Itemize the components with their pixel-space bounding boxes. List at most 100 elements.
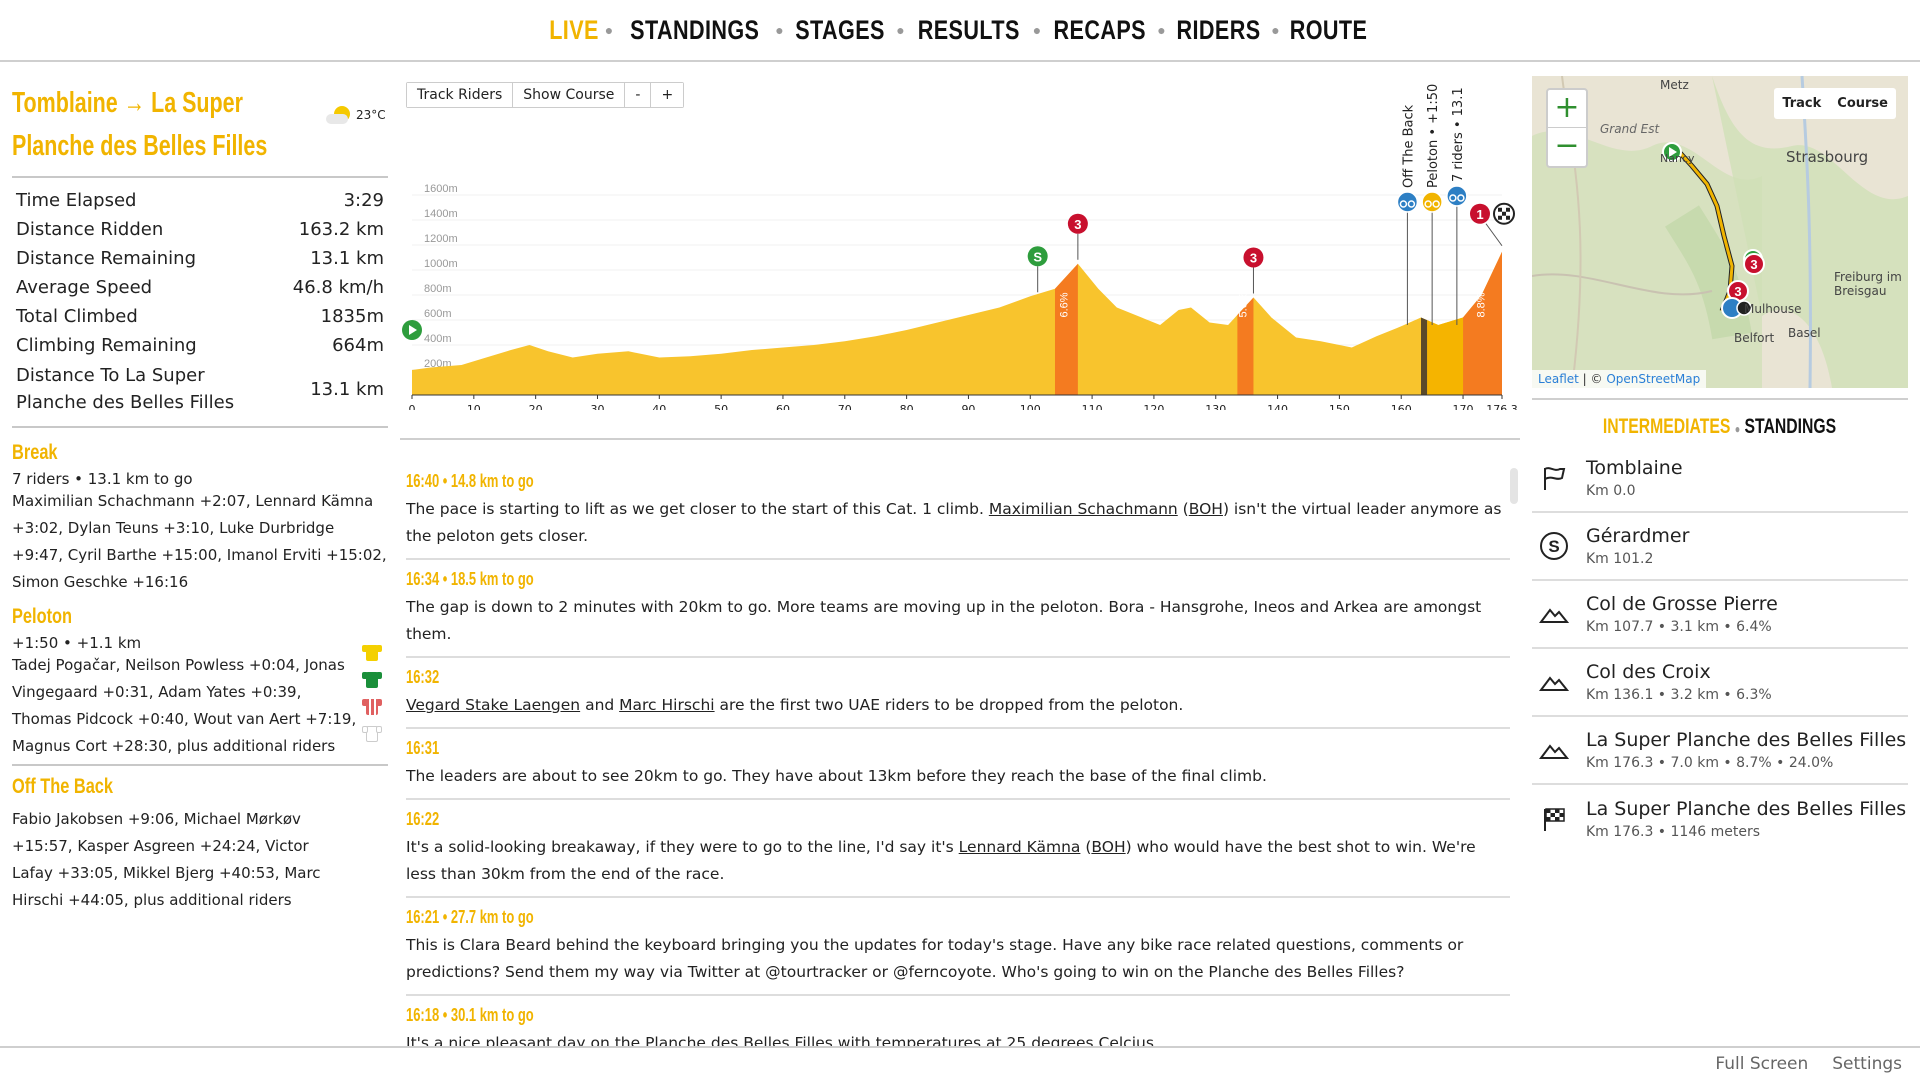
tab-standings[interactable]: STANDINGS xyxy=(1745,415,1837,438)
feed-time: 16:34 • 18.5 km to go xyxy=(406,569,534,589)
climb-marker-label: 3 xyxy=(1250,251,1257,266)
yellow-jersey-icon xyxy=(362,643,382,661)
leaflet-link[interactable]: Leaflet xyxy=(1538,372,1579,386)
nav-separator: ● xyxy=(775,22,785,38)
x-tick-label: 130 xyxy=(1205,403,1226,410)
intermediate-name: La Super Planche des Belles Filles xyxy=(1586,729,1907,751)
offback-title: Off The Back xyxy=(12,775,114,798)
feed-entry: 16:32 Vegard Stake Laengen and Marc Hirs… xyxy=(406,658,1510,729)
intermediate-row[interactable]: S Gérardmer Km 101.2 xyxy=(1532,513,1908,581)
y-tick-label: 800m xyxy=(424,283,452,295)
intermediate-row[interactable]: Col des Croix Km 136.1 • 3.2 km • 6.3% xyxy=(1532,649,1908,717)
map-zoom: + − xyxy=(1546,88,1588,168)
jersey-icons xyxy=(358,634,388,742)
route-map[interactable]: 3 3 Metz Grand Est Nancy Strasbourg Frei… xyxy=(1532,76,1908,388)
zoom-out-button[interactable]: - xyxy=(625,83,652,107)
intermediate-name: La Super Planche des Belles Filles xyxy=(1586,798,1907,820)
map-label: Belfort xyxy=(1734,331,1775,345)
climb-band xyxy=(1054,251,1078,395)
stat-label: Distance Ridden xyxy=(16,219,164,240)
intermediate-row[interactable]: Tomblaine Km 0.0 xyxy=(1532,445,1908,513)
feed-text: It's a solid-looking breakaway, if they … xyxy=(406,838,1476,883)
y-tick-label: 1400m xyxy=(424,208,458,220)
chart-controls: Track Riders Show Course - + xyxy=(406,82,685,108)
climb-marker-label: 3 xyxy=(1074,217,1081,232)
map-toggle: Track Course xyxy=(1774,88,1896,119)
offback-marker-label: Off The Back xyxy=(1401,104,1416,188)
intermediate-row[interactable]: La Super Planche des Belles Filles Km 176… xyxy=(1532,717,1908,785)
top-nav: LIVE ● STANDINGS ● STAGES ● RESULTS ● RECAPS… xyxy=(0,0,1920,62)
map-label: Basel xyxy=(1788,326,1821,340)
nav-riders[interactable]: RIDERS xyxy=(1177,15,1261,46)
finish-check xyxy=(1506,207,1510,212)
nav-stages[interactable]: STAGES xyxy=(795,15,885,46)
group-title: Off The Back xyxy=(12,770,388,802)
map-label: Mulhouse xyxy=(1744,302,1802,316)
intermediate-detail: Km 176.3 • 1146 meters xyxy=(1586,824,1760,840)
osm-link[interactable]: OpenStreetMap xyxy=(1606,372,1700,386)
x-tick-label: 70 xyxy=(838,403,852,410)
tab-intermediates[interactable]: INTERMEDIATES xyxy=(1603,415,1730,438)
intermediate-detail: Km 136.1 • 3.2 km • 6.3% xyxy=(1586,687,1772,703)
nav-standings[interactable]: STANDINGS xyxy=(630,15,759,46)
nav-recaps[interactable]: RECAPS xyxy=(1053,15,1145,46)
stat-row: Distance Remaining 13.1 km xyxy=(12,244,388,273)
feed-entry: 16:31 The leaders are about to see 20km … xyxy=(406,729,1510,800)
off-the-back-group: Off The Back Fabio Jakobsen +9:06, Micha… xyxy=(12,770,388,914)
zoom-in-button[interactable]: + xyxy=(651,83,684,107)
track-riders-button[interactable]: Track Riders xyxy=(407,83,514,107)
stat-label: Average Speed xyxy=(16,277,153,298)
intermediate-name: Col des Croix xyxy=(1586,661,1711,683)
stat-value: 3:29 xyxy=(343,190,384,211)
full-screen-link[interactable]: Full Screen xyxy=(1715,1054,1808,1074)
mountain-icon xyxy=(1538,598,1570,630)
left-panel: Tomblaine → La Super Planche des Belles … xyxy=(12,82,388,914)
x-tick-label: 120 xyxy=(1143,403,1164,410)
map-course-button[interactable]: Course xyxy=(1829,88,1896,119)
stat-value: 46.8 km/h xyxy=(292,277,384,298)
nav-route[interactable]: ROUTE xyxy=(1290,15,1368,46)
feed-text: Vegard Stake Laengen and Marc Hirschi ar… xyxy=(406,696,1184,714)
climb-grade-label: 5.6% xyxy=(1238,292,1250,317)
stat-row: Average Speed 46.8 km/h xyxy=(12,273,388,302)
y-tick-label: 600m xyxy=(424,308,452,320)
map-zoom-out[interactable]: − xyxy=(1548,128,1586,166)
x-tick-label: 90 xyxy=(961,403,975,410)
feed-scrollbar[interactable] xyxy=(1510,468,1518,504)
nav-live[interactable]: LIVE xyxy=(549,15,599,46)
map-label: Strasbourg xyxy=(1786,148,1869,166)
feed-time: 16:18 • 30.1 km to go xyxy=(406,1005,534,1025)
peloton-riders: Tadej Pogačar, Neilson Powless +0:04, Jo… xyxy=(12,656,357,755)
feed-text: This is Clara Beard behind the keyboard … xyxy=(406,936,1464,981)
map-track-button[interactable]: Track xyxy=(1774,88,1829,119)
intermediate-row[interactable]: Col de Grosse Pierre Km 107.7 • 3.1 km • … xyxy=(1532,581,1908,649)
x-tick-label: 50 xyxy=(714,403,728,410)
nav-separator: ● xyxy=(1032,22,1042,38)
nav-results[interactable]: RESULTS xyxy=(918,15,1020,46)
partly-sunny-icon xyxy=(326,106,352,124)
x-tick-label: 60 xyxy=(776,403,790,410)
group-title: Break xyxy=(12,436,388,468)
x-tick-label: 170 xyxy=(1453,403,1474,410)
x-tick-label: 20 xyxy=(529,403,543,410)
feed-time: 16:40 • 14.8 km to go xyxy=(406,471,534,491)
peloton-summary: +1:50 • +1.1 km xyxy=(12,634,142,652)
show-course-button[interactable]: Show Course xyxy=(513,83,626,107)
map-label: Freiburg im Breisgau xyxy=(1834,270,1902,298)
settings-link[interactable]: Settings xyxy=(1832,1054,1902,1074)
intermediate-name: Tomblaine xyxy=(1586,457,1683,479)
polka-dot-jersey-icon xyxy=(362,697,382,715)
map-zoom-in[interactable]: + xyxy=(1548,90,1586,128)
y-tick-label: 400m xyxy=(424,333,452,345)
feed-entry: 16:34 • 18.5 km to go The gap is down to… xyxy=(406,560,1510,658)
intermediate-row[interactable]: La Super Planche des Belles Filles Km 176… xyxy=(1532,785,1908,853)
y-tick-label: 1200m xyxy=(424,233,458,245)
stage-title-text: Tomblaine → La Super Planche des Belles … xyxy=(12,87,268,162)
feed-text: The gap is down to 2 minutes with 20km t… xyxy=(406,598,1482,643)
stat-row: Distance To La Super Planche des Belles … xyxy=(12,360,388,418)
x-tick-label: 110 xyxy=(1082,403,1103,410)
intermediate-detail: Km 0.0 xyxy=(1586,483,1636,499)
divider xyxy=(400,438,1520,440)
peloton-group: Peloton +1:50 • +1.1 km Tadej Pogačar, N… xyxy=(12,600,388,760)
feed-entry: 16:21 • 27.7 km to go This is Clara Bear… xyxy=(406,898,1510,996)
